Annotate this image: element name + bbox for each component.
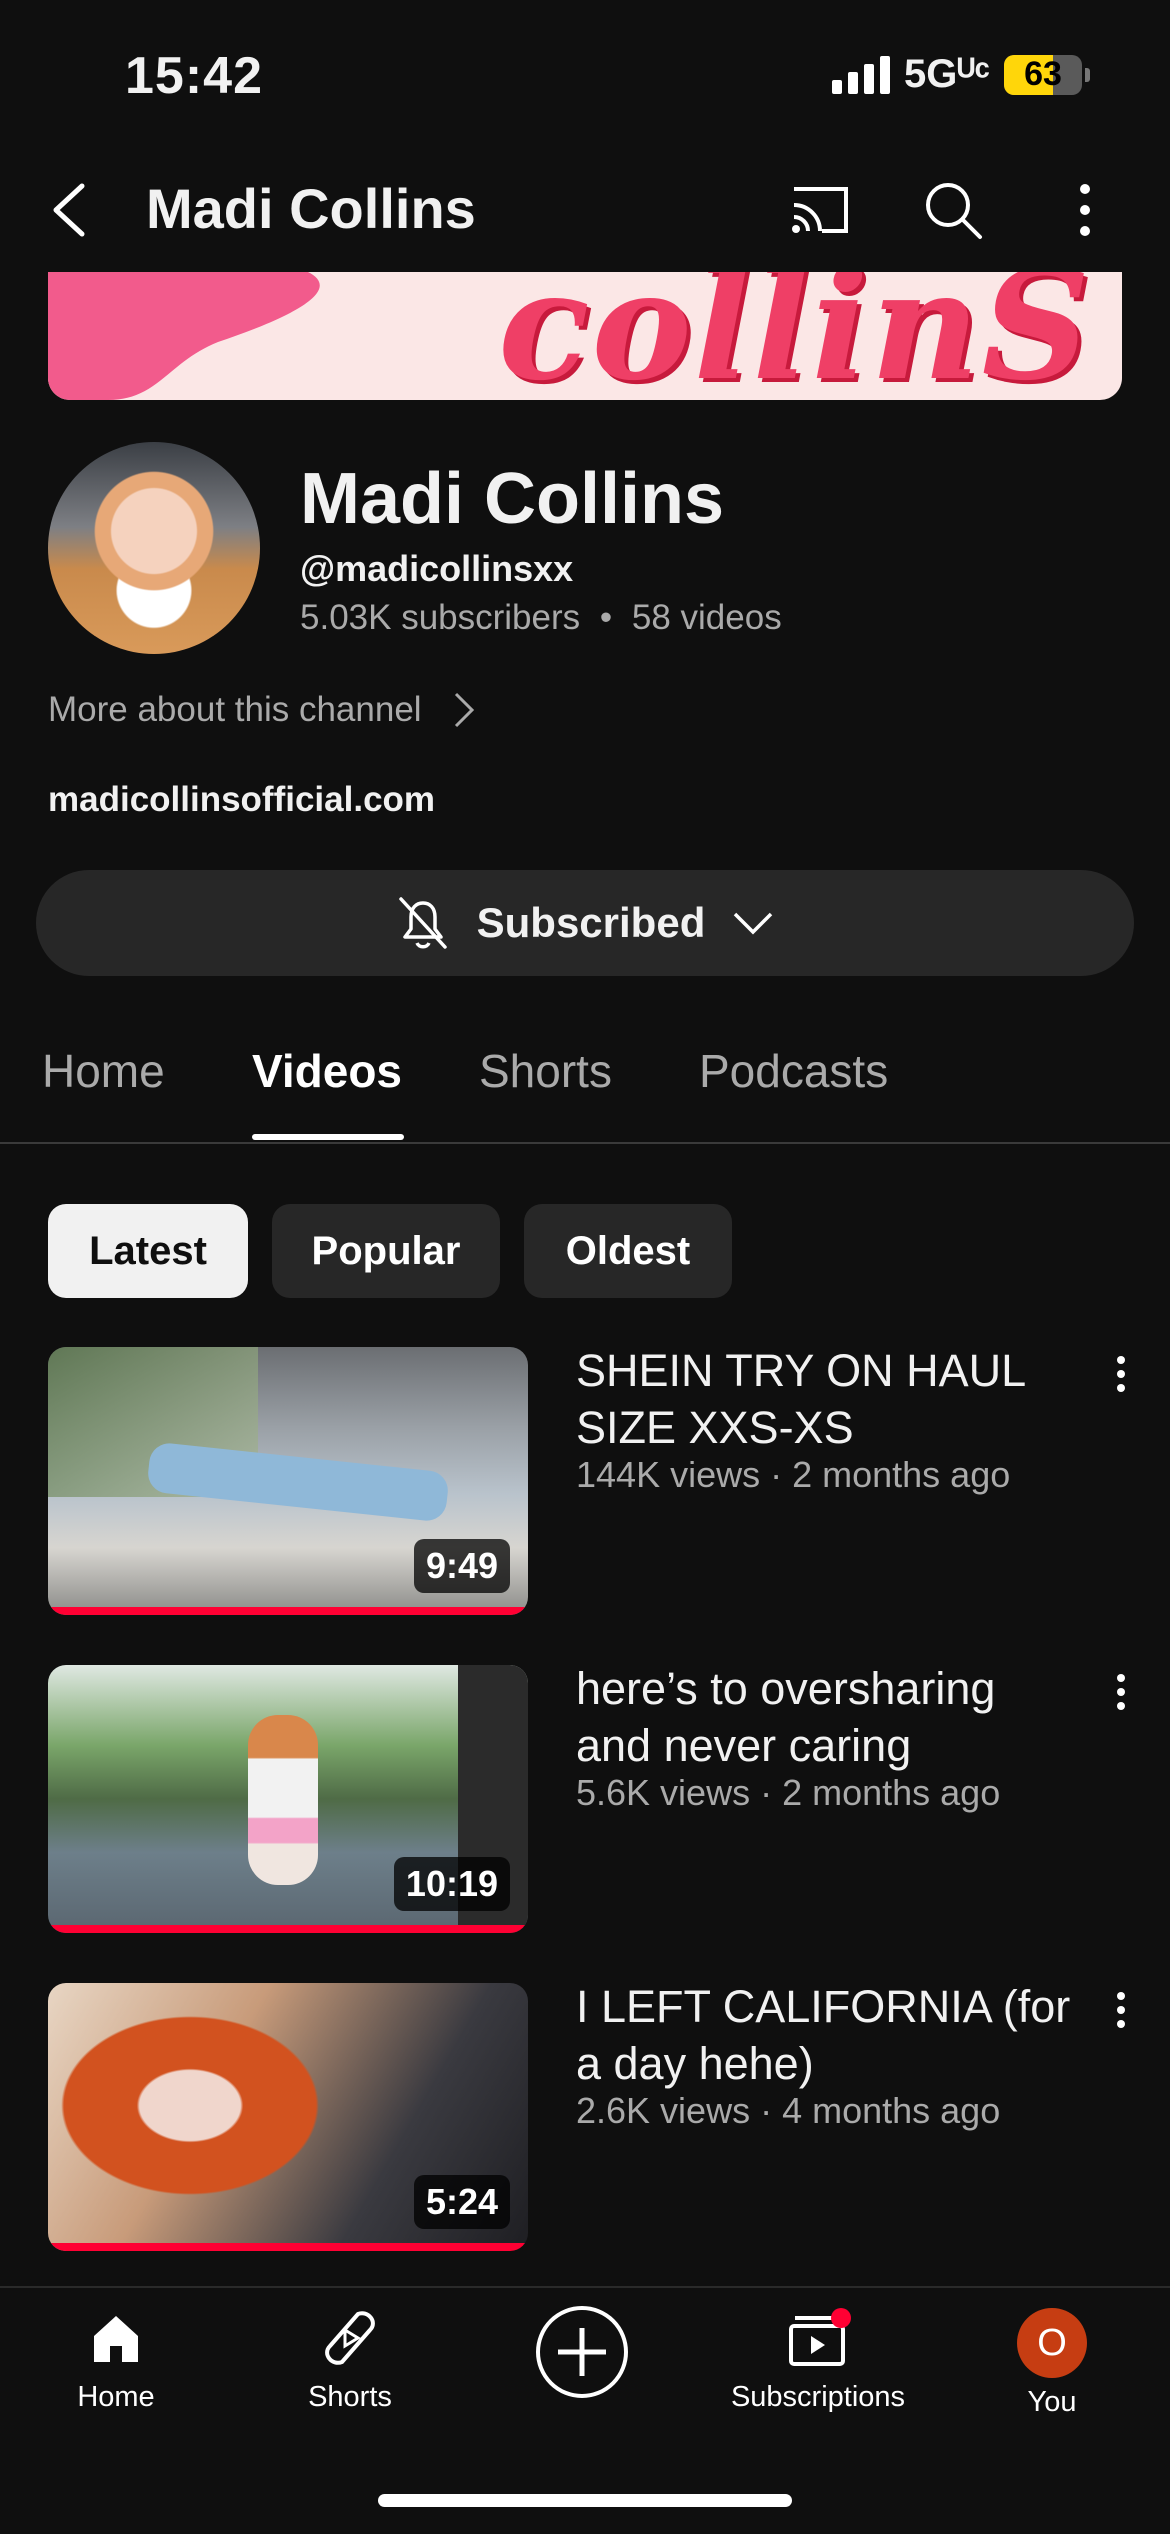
more-about-label: More about this channel <box>48 690 422 729</box>
channel-website-link[interactable]: madicollinsofficial.com <box>48 780 435 820</box>
channel-tabs: Home Videos Shorts Podcasts <box>0 1000 1170 1144</box>
back-arrow-icon[interactable] <box>42 170 102 250</box>
video-meta: 144K views · 2 months ago <box>576 1454 1011 1495</box>
active-tab-indicator <box>252 1134 404 1140</box>
watch-progress-bar <box>48 1607 528 1615</box>
chip-oldest[interactable]: Oldest <box>524 1204 732 1298</box>
video-meta: 5.6K views · 2 months ago <box>576 1772 1001 1813</box>
account-avatar: O <box>1017 2308 1087 2378</box>
video-meta: 2.6K views · 4 months ago <box>576 2090 1001 2131</box>
watch-progress-bar <box>48 2243 528 2251</box>
channel-stats: 5.03K subscribers • 58 videos <box>300 598 782 638</box>
video-more-icon[interactable] <box>1106 1668 1136 1728</box>
video-thumbnail[interactable]: 5:24 <box>48 1983 528 2251</box>
banner-text: collinS <box>498 272 1092 400</box>
status-time: 15:42 <box>125 47 263 105</box>
video-count: 58 videos <box>631 598 782 637</box>
more-about-link[interactable]: More about this channel <box>48 690 476 730</box>
video-more-icon[interactable] <box>1106 1986 1136 2046</box>
search-icon[interactable] <box>918 175 988 245</box>
video-more-icon[interactable] <box>1106 1350 1136 1410</box>
nav-home[interactable]: Home <box>16 2308 216 2414</box>
video-thumbnail[interactable]: 9:49 <box>48 1347 528 1615</box>
battery-percent: 63 <box>1024 55 1062 93</box>
page-title: Madi Collins <box>146 177 476 240</box>
video-title[interactable]: I LEFT CALIFORNIA (for a day hehe) <box>576 1978 1076 2092</box>
nav-shorts[interactable]: Shorts <box>250 2308 450 2414</box>
nav-shorts-label: Shorts <box>308 2381 392 2413</box>
nav-you-label: You <box>1027 2386 1077 2418</box>
chevron-right-icon <box>454 692 474 728</box>
subscribed-label: Subscribed <box>476 899 706 946</box>
tab-podcasts[interactable]: Podcasts <box>699 1044 888 1098</box>
nav-home-label: Home <box>77 2381 155 2413</box>
channel-banner: collinS <box>48 272 1122 400</box>
nav-subscriptions[interactable]: Subscriptions <box>718 2308 918 2414</box>
nav-subscriptions-label: Subscriptions <box>730 2381 906 2413</box>
tab-videos[interactable]: Videos <box>252 1044 402 1098</box>
status-icons: 5Gᵁᶜ 63 <box>832 52 1090 97</box>
video-title[interactable]: here’s to oversharing and never caring <box>576 1660 1076 1774</box>
cast-icon[interactable] <box>786 175 856 245</box>
shorts-icon <box>325 2311 375 2365</box>
network-type: 5Gᵁᶜ <box>904 52 990 96</box>
video-thumbnail[interactable]: 10:19 <box>48 1665 528 1933</box>
chevron-down-icon <box>734 912 773 935</box>
tab-home[interactable]: Home <box>42 1044 165 1098</box>
stats-separator: • <box>599 598 613 637</box>
nav-you[interactable]: O You <box>952 2308 1152 2419</box>
subscribed-button[interactable]: Subscribed <box>36 870 1134 976</box>
video-duration: 9:49 <box>413 1539 510 1593</box>
subscriber-count: 5.03K subscribers <box>300 598 581 637</box>
bell-off-icon <box>398 897 447 949</box>
subscriptions-icon <box>789 2308 851 2366</box>
signal-icon <box>832 55 891 94</box>
create-button[interactable] <box>536 2306 628 2398</box>
plus-icon <box>558 2328 606 2376</box>
channel-name: Madi Collins <box>300 459 725 539</box>
more-vert-icon[interactable] <box>1050 175 1120 245</box>
home-indicator <box>378 2494 792 2507</box>
watch-progress-bar <box>48 1925 528 1933</box>
channel-avatar[interactable] <box>48 442 260 654</box>
video-title[interactable]: SHEIN TRY ON HAUL SIZE XXS-XS <box>576 1342 1076 1456</box>
video-duration: 10:19 <box>393 1857 510 1911</box>
tab-shorts[interactable]: Shorts <box>479 1044 612 1098</box>
home-icon <box>94 2316 138 2362</box>
video-duration: 5:24 <box>413 2175 510 2229</box>
chip-popular[interactable]: Popular <box>272 1204 500 1298</box>
battery-icon: 63 <box>1004 54 1090 95</box>
channel-handle: @madicollinsxx <box>300 548 574 589</box>
chip-latest[interactable]: Latest <box>48 1204 248 1298</box>
